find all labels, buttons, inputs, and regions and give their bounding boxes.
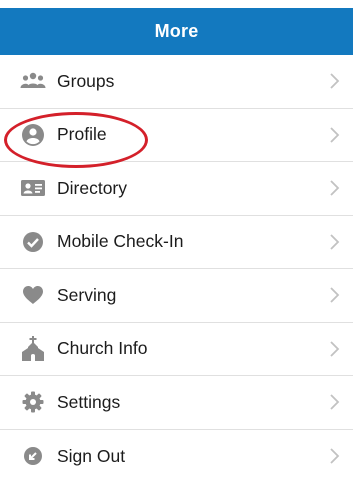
chevron-right-icon bbox=[330, 287, 340, 303]
menu-item-groups[interactable]: Groups bbox=[0, 55, 353, 109]
chevron-right-icon bbox=[330, 127, 340, 143]
menu-item-profile[interactable]: Profile bbox=[0, 109, 353, 162]
chevron-right-icon bbox=[330, 448, 340, 464]
menu-item-mobile-check-in[interactable]: Mobile Check-In bbox=[0, 216, 353, 269]
directory-icon bbox=[20, 175, 46, 201]
page-title: More bbox=[154, 21, 199, 41]
menu-item-label: Settings bbox=[57, 391, 121, 412]
menu-item-label: Serving bbox=[57, 284, 117, 305]
gear-icon bbox=[20, 389, 46, 415]
menu-item-label: Church Info bbox=[57, 338, 148, 359]
menu-item-sign-out[interactable]: Sign Out bbox=[0, 430, 353, 481]
header-bar: More bbox=[0, 8, 353, 55]
chevron-right-icon bbox=[330, 341, 340, 357]
profile-icon bbox=[20, 122, 46, 148]
more-screen: More Groups Profile Directory Mobile Che… bbox=[0, 0, 353, 481]
menu-item-church-info[interactable]: Church Info bbox=[0, 323, 353, 376]
groups-icon bbox=[20, 68, 46, 94]
chevron-right-icon bbox=[330, 180, 340, 196]
menu-item-label: Sign Out bbox=[57, 445, 126, 466]
menu-item-label: Groups bbox=[57, 70, 115, 91]
checkmark-circle-icon bbox=[20, 229, 46, 255]
more-menu: Groups Profile Directory Mobile Check-In… bbox=[0, 55, 353, 481]
menu-item-settings[interactable]: Settings bbox=[0, 376, 353, 430]
chevron-right-icon bbox=[330, 73, 340, 89]
heart-icon bbox=[20, 282, 46, 308]
menu-item-serving[interactable]: Serving bbox=[0, 269, 353, 323]
church-icon bbox=[20, 335, 46, 362]
chevron-right-icon bbox=[330, 394, 340, 410]
menu-item-label: Mobile Check-In bbox=[57, 231, 184, 252]
menu-item-label: Profile bbox=[57, 124, 107, 145]
menu-item-label: Directory bbox=[57, 177, 128, 198]
chevron-right-icon bbox=[330, 234, 340, 250]
menu-item-directory[interactable]: Directory bbox=[0, 162, 353, 216]
sign-out-icon bbox=[20, 443, 46, 469]
